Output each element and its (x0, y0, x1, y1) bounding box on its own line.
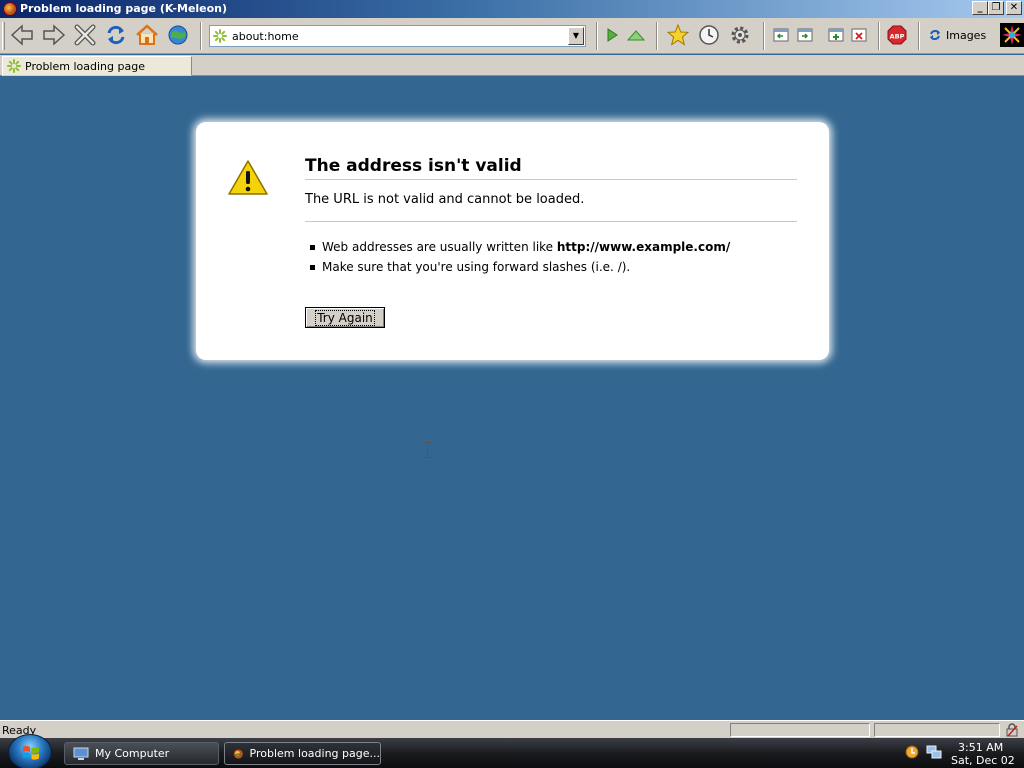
page-content[interactable]: The address isn't valid The URL is not v… (0, 77, 1024, 720)
loading-spinner-icon (213, 29, 227, 43)
warning-icon (228, 160, 268, 195)
error-description: The URL is not valid and cannot be loade… (305, 192, 797, 222)
toolbar-separator (763, 22, 765, 50)
error-tips-list: Web addresses are usually written like h… (310, 239, 730, 279)
images-toggle-button[interactable]: Images (928, 24, 990, 46)
title-bar[interactable]: Problem loading page (K-Meleon) _ ❐ ✕ (0, 0, 1024, 18)
computer-icon (73, 747, 89, 760)
toolbar-separator (656, 22, 658, 50)
status-pane (730, 723, 870, 737)
tab-bar: Problem loading page (0, 55, 1024, 76)
text-cursor-icon (424, 442, 431, 458)
tray-network-icon[interactable] (926, 744, 942, 760)
security-lock-icon[interactable] (1005, 723, 1019, 737)
window-title: Problem loading page (K-Meleon) (20, 2, 228, 15)
start-button[interactable] (8, 734, 52, 768)
try-again-label: Try Again (315, 309, 375, 326)
new-window-icon[interactable] (824, 23, 848, 47)
task-label: My Computer (95, 747, 170, 760)
stop-icon[interactable] (73, 23, 97, 47)
minimize-button[interactable]: _ (972, 1, 988, 15)
toolbar-separator (878, 22, 880, 50)
toolbar-separator (596, 22, 598, 50)
kmeleon-app-icon[interactable] (3, 2, 17, 16)
home-icon[interactable] (135, 23, 159, 47)
up-icon[interactable] (624, 23, 648, 47)
task-label: Problem loading page... (249, 747, 380, 760)
status-bar: Ready (0, 720, 1024, 738)
bookmark-star-icon[interactable] (666, 23, 690, 47)
status-pane (874, 723, 1000, 737)
back-icon[interactable] (10, 23, 34, 47)
close-window-icon[interactable] (847, 23, 871, 47)
images-refresh-icon (930, 30, 940, 40)
tip-text: Make sure that you're using forward slas… (322, 260, 631, 274)
taskbar: My Computer Problem loading page... 3:51… (0, 734, 1024, 768)
images-label: Images (946, 28, 987, 42)
toolbar-grip[interactable] (2, 22, 5, 50)
forward-icon[interactable] (42, 23, 66, 47)
tab-problem-loading-page[interactable]: Problem loading page (2, 56, 192, 76)
window-forward-icon[interactable] (793, 23, 817, 47)
list-item: Web addresses are usually written like h… (310, 239, 730, 259)
clock-date[interactable]: Sat, Dec 02 (951, 754, 1015, 767)
taskbar-item-my-computer[interactable]: My Computer (64, 742, 219, 765)
tab-label: Problem loading page (25, 59, 145, 73)
tip-text: Web addresses are usually written like (322, 240, 557, 254)
address-bar[interactable]: ▼ (209, 25, 586, 47)
window-back-icon[interactable] (769, 23, 793, 47)
error-panel: The address isn't valid The URL is not v… (196, 122, 829, 360)
main-toolbar: ▼ ABP Images (0, 18, 1024, 54)
taskbar-item-kmeleon[interactable]: Problem loading page... (224, 742, 381, 765)
adblock-plus-icon[interactable]: ABP (885, 23, 909, 47)
error-title: The address isn't valid (305, 156, 797, 180)
history-clock-icon[interactable] (697, 23, 721, 47)
toolbar-separator (200, 22, 202, 50)
tip-example-url: http://www.example.com/ (556, 240, 731, 254)
reload-icon[interactable] (104, 23, 128, 47)
address-dropdown-button[interactable]: ▼ (568, 27, 584, 45)
clock-time[interactable]: 3:51 AM (958, 741, 1003, 754)
toolbar-separator (918, 22, 920, 50)
close-button[interactable]: ✕ (1006, 1, 1022, 15)
address-input[interactable] (232, 29, 562, 43)
tab-loading-icon (7, 59, 21, 73)
svg-text:ABP: ABP (890, 33, 905, 41)
maximize-button[interactable]: ❐ (988, 1, 1004, 15)
kmeleon-icon (233, 748, 243, 759)
go-icon[interactable] (600, 23, 624, 47)
try-again-button[interactable]: Try Again (305, 307, 385, 328)
list-item: Make sure that you're using forward slas… (310, 259, 730, 279)
settings-gear-icon[interactable] (728, 23, 752, 47)
tray-update-icon[interactable] (905, 745, 919, 759)
windows-logo-icon (23, 746, 39, 760)
kmeleon-throbber-icon[interactable] (1000, 23, 1024, 47)
world-icon[interactable] (166, 23, 190, 47)
